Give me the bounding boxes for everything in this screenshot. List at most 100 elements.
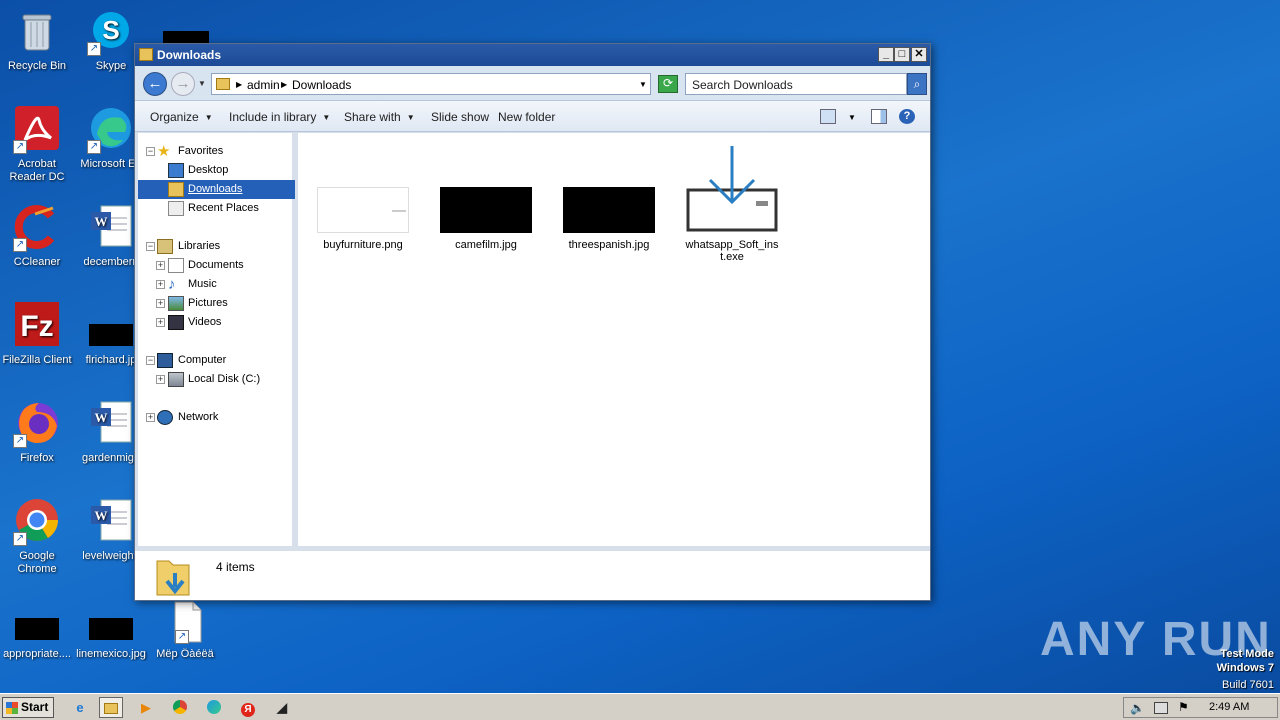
search-icon[interactable]: ⌕ [907,73,927,95]
shortcut-arrow-icon: ↗ [13,140,27,154]
tree-item-computer[interactable]: − Computer [138,351,295,370]
flag-icon[interactable]: ⚑ [1178,700,1189,714]
maximize-button[interactable]: □ [894,47,910,62]
close-button[interactable]: ✕ [911,47,927,62]
file-item[interactable]: camefilm.jpg [436,187,536,251]
expand-icon[interactable]: + [156,375,165,384]
documents-icon [168,258,184,273]
word-doc-icon: W [87,498,135,546]
breadcrumb-downloads[interactable]: Downloads [292,78,351,92]
desktop-icon-blank-file[interactable]: ↗ Mëp Ôàéëä [148,600,222,661]
address-dropdown-icon[interactable]: ▼ [639,80,647,89]
include-in-library-label: Include in library [229,110,317,124]
desktop-icon-ccleaner[interactable]: ↗ CCleaner [0,204,74,269]
desktop-icon-label: Google Chrome [17,550,57,575]
recent-places-icon [168,201,184,216]
organize-label: Organize [150,110,199,124]
address-bar[interactable]: ▶ admin ▶ Downloads ▼ [211,73,651,95]
tree-item-documents[interactable]: + Documents [138,256,295,275]
tree-item-downloads[interactable]: Downloads [138,180,295,199]
minimize-button[interactable]: _ [878,47,894,62]
desktop-icon [168,163,184,178]
file-item[interactable]: threespanish.jpg [559,187,659,251]
media-player-icon[interactable]: ▶ [134,697,158,718]
clock[interactable]: 2:49 AM [1209,701,1249,713]
edge-taskbar-icon[interactable] [202,697,226,718]
app-icon[interactable]: ◢ [270,697,294,718]
search-input[interactable]: Search Downloads [685,73,907,95]
window-title: Downloads [157,48,222,62]
tree-item-recent-places[interactable]: Recent Places [138,199,295,218]
folder-icon [139,48,153,61]
refresh-button[interactable]: ⟳ [658,75,678,93]
tree-item-pictures[interactable]: + Pictures [138,294,295,313]
shortcut-arrow-icon: ↗ [13,434,27,448]
new-folder-button[interactable]: New folder [498,110,555,124]
expand-icon[interactable]: + [156,261,165,270]
file-item[interactable]: buyfurniture.png [313,187,413,251]
shortcut-arrow-icon: ↗ [13,532,27,546]
desktop-icon-chrome[interactable]: ↗ Google Chrome [0,498,74,576]
explorer-taskbar-icon[interactable] [99,697,123,718]
pictures-icon [168,296,184,311]
include-in-library-button[interactable]: Include in library ▼ [229,110,330,124]
desktop-icon-filezilla[interactable]: Fz FileZilla Client [0,302,74,367]
desktop-icon-label: appropriate.... [3,648,71,660]
image-thumbnail [563,187,655,233]
expand-icon[interactable]: + [156,299,165,308]
volume-icon[interactable]: 🔈 [1130,701,1145,715]
change-view-icon[interactable] [820,109,836,124]
file-item[interactable]: whatsapp_Soft_inst.exe [682,144,782,263]
chrome-taskbar-icon[interactable] [168,697,192,718]
desktop-icon-appropriate[interactable]: appropriate.... [0,596,74,661]
expand-icon[interactable]: + [156,280,165,289]
start-button[interactable]: Start [2,697,54,718]
preview-pane-icon[interactable] [871,109,887,124]
breadcrumb-separator-icon[interactable]: ▶ [281,80,287,89]
expand-icon[interactable]: + [146,413,155,422]
recent-pages-dropdown-icon[interactable]: ▼ [198,79,206,88]
command-bar: Organize ▼ Include in library ▼ Share with… [135,100,930,132]
tree-item-local-disk[interactable]: + Local Disk (C:) [138,370,295,389]
breadcrumb-separator-icon[interactable]: ▶ [236,80,242,89]
svg-text:Fz: Fz [20,310,53,343]
tree-item-libraries[interactable]: − Libraries [138,237,295,256]
title-bar[interactable]: Downloads _ □ ✕ [135,44,930,66]
test-mode-line3: Build 7601 [1222,679,1274,691]
network-tray-icon[interactable] [1154,702,1168,714]
back-button[interactable]: ← [143,72,167,96]
expand-icon[interactable]: + [156,318,165,327]
word-doc-icon: W [87,400,135,448]
music-icon: ♪ [168,276,176,293]
tree-item-videos[interactable]: + Videos [138,313,295,332]
desktop-icon-firefox[interactable]: ↗ Firefox [0,400,74,465]
tree-item-favorites[interactable]: − ★ Favorites [138,142,295,161]
share-with-label: Share with [344,110,401,124]
file-name: buyfurniture.png [323,239,403,251]
forward-button[interactable]: → [171,72,195,96]
breadcrumb-admin[interactable]: admin [247,78,280,92]
yandex-icon[interactable]: Я [236,697,260,718]
desktop-icon-acrobat[interactable]: ↗ Acrobat Reader DC [0,106,74,184]
tree-item-network[interactable]: + Network [138,408,295,427]
desktop-icon-recycle-bin[interactable]: Recycle Bin [0,8,74,73]
ccleaner-icon: ↗ [13,204,61,252]
tree-item-music[interactable]: + ♪ Music [138,275,295,294]
slide-show-button[interactable]: Slide show [431,110,489,124]
help-icon[interactable]: ? [899,109,915,124]
desktop-icon-linemexico[interactable]: linemexico.jpg [74,596,148,661]
tree-item-desktop[interactable]: Desktop [138,161,295,180]
chevron-down-icon: ▼ [204,113,213,122]
tree-label: Downloads [186,180,245,199]
collapse-icon[interactable]: − [146,147,155,156]
organize-button[interactable]: Organize ▼ [150,110,213,124]
share-with-button[interactable]: Share with ▼ [344,110,415,124]
collapse-icon[interactable]: − [146,356,155,365]
downloads-folder-icon [168,182,184,197]
collapse-icon[interactable]: − [146,242,155,251]
redacted-label [163,31,209,43]
internet-explorer-icon[interactable]: e [68,697,92,718]
tree-label: Documents [188,259,244,271]
view-options-dropdown-icon[interactable]: ▼ [848,113,856,122]
tree-label: Network [178,411,219,423]
